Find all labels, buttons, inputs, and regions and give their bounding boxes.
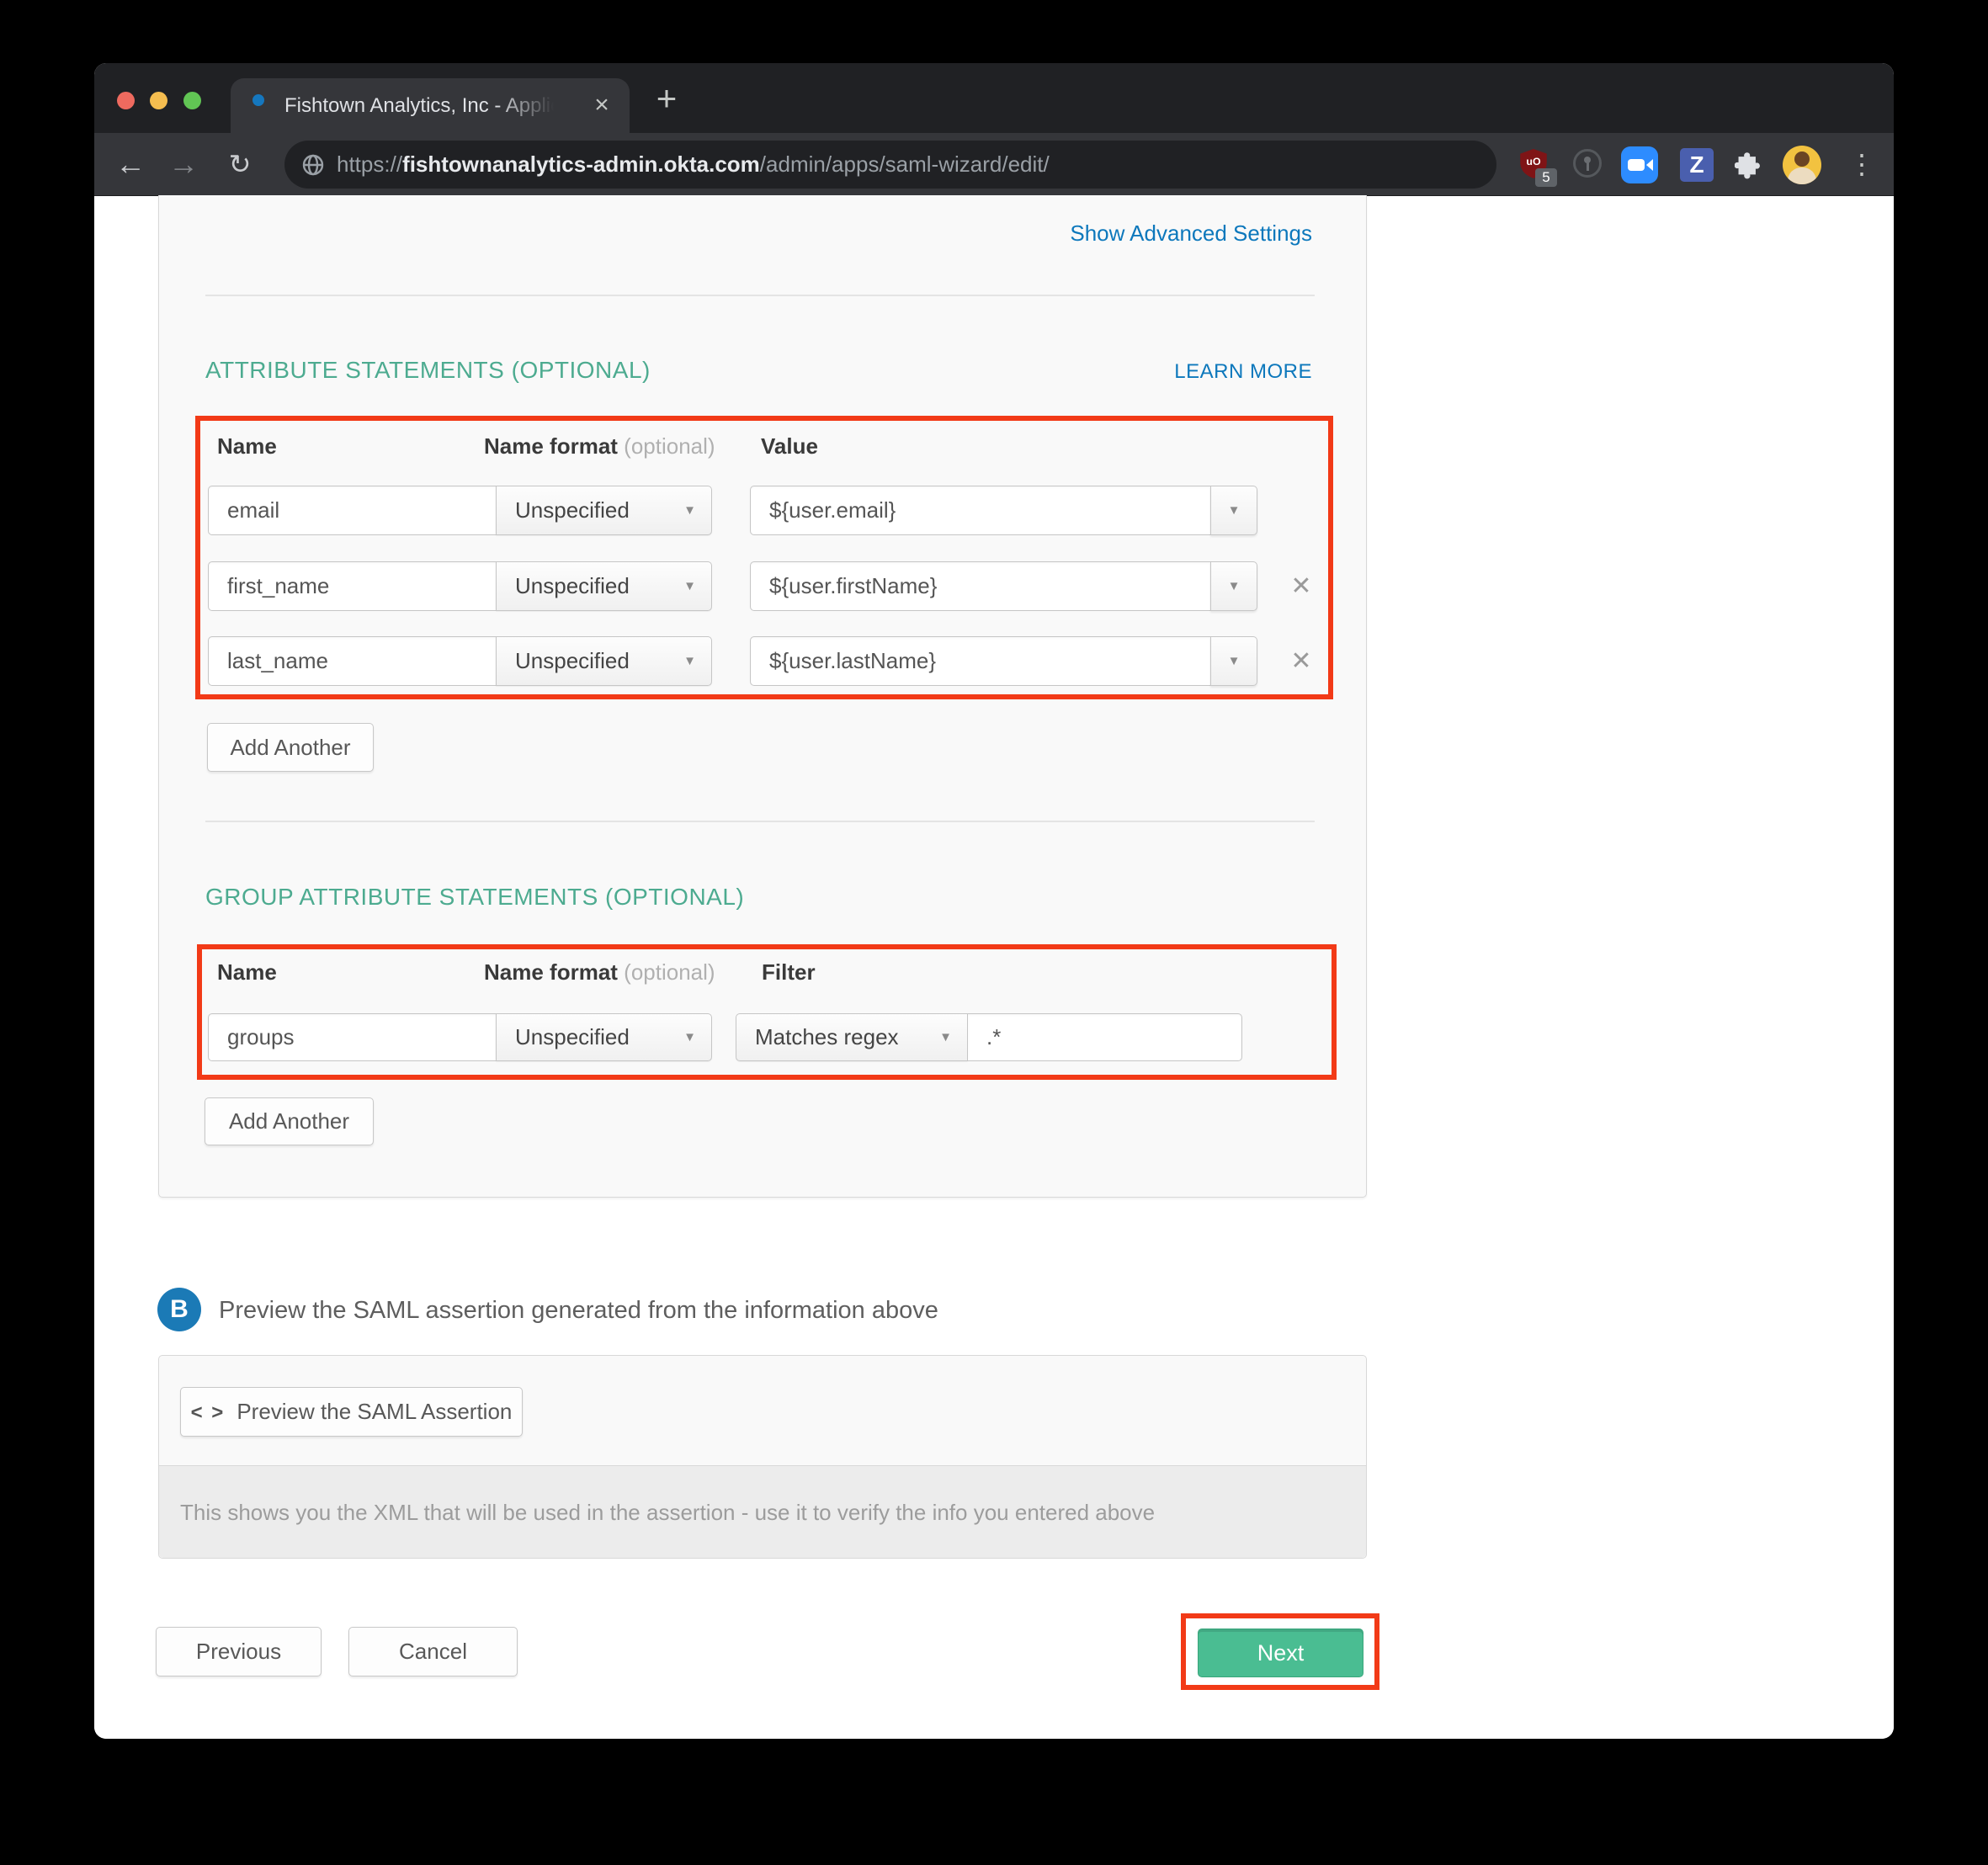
ublock-badge: 5: [1535, 168, 1557, 187]
close-tab-icon[interactable]: ×: [586, 90, 618, 122]
extensions-puzzle-icon[interactable]: [1732, 148, 1766, 182]
chevron-down-icon: ▼: [939, 1014, 952, 1060]
step-b-text: Preview the SAML assertion generated fro…: [219, 1297, 938, 1325]
group-name-input[interactable]: [208, 1013, 497, 1061]
previous-button[interactable]: Previous: [156, 1627, 322, 1676]
attr-name-format-select[interactable]: Unspecified▼: [496, 636, 712, 686]
attr-value-input[interactable]: [750, 486, 1211, 535]
browser-tab[interactable]: Fishtown Analytics, Inc - Applic ×: [231, 78, 630, 133]
attr-value-input[interactable]: [750, 636, 1211, 686]
browser-titlebar: Fishtown Analytics, Inc - Applic × +: [94, 63, 1894, 133]
attr-value-dropdown-button[interactable]: ▼: [1210, 561, 1257, 611]
chevron-down-icon: ▼: [683, 486, 696, 534]
url-scheme: https://: [337, 151, 402, 177]
url-text: https://fishtownanalytics-admin.okta.com…: [337, 141, 1050, 189]
minimize-window-button[interactable]: [150, 92, 167, 109]
column-header-name: Name: [217, 433, 277, 460]
show-advanced-settings-link[interactable]: Show Advanced Settings: [1070, 221, 1312, 247]
reload-icon[interactable]: ↻: [221, 146, 258, 183]
add-another-attribute-button[interactable]: Add Another: [207, 723, 374, 772]
optional-hint: (optional): [624, 433, 715, 459]
attr-name-input[interactable]: [208, 486, 497, 535]
divider: [205, 821, 1315, 822]
attr-name-format-select[interactable]: Unspecified▼: [496, 486, 712, 535]
step-b-badge: B: [157, 1288, 201, 1331]
profile-avatar[interactable]: [1783, 146, 1821, 184]
browser-menu-icon[interactable]: ⋮: [1843, 146, 1880, 183]
fullscreen-window-button[interactable]: [183, 92, 201, 109]
next-button[interactable]: Next: [1198, 1629, 1363, 1677]
attr-name-input[interactable]: [208, 561, 497, 611]
chevron-down-icon: ▼: [683, 562, 696, 610]
attr-value-dropdown-button[interactable]: ▼: [1210, 636, 1257, 686]
divider: [205, 295, 1315, 296]
preview-note-text: This shows you the XML that will be used…: [180, 1466, 1155, 1559]
attr-value-dropdown-button[interactable]: ▼: [1210, 486, 1257, 535]
z-extension-icon[interactable]: Z: [1680, 148, 1714, 182]
optional-hint: (optional): [624, 959, 715, 985]
tab-title-fade: [495, 93, 554, 119]
attr-value-input[interactable]: [750, 561, 1211, 611]
okta-favicon-icon: [252, 94, 264, 106]
desktop-background: Fishtown Analytics, Inc - Applic × + ← →…: [0, 0, 1988, 1865]
remove-row-icon[interactable]: ✕: [1283, 643, 1320, 680]
column-header-name-format: Name format (optional): [484, 959, 715, 986]
preview-saml-assertion-button[interactable]: < >Preview the SAML Assertion: [180, 1387, 523, 1437]
saml-settings-panel: Show Advanced Settings ATTRIBUTE STATEME…: [158, 195, 1367, 1198]
back-icon[interactable]: ←: [112, 146, 149, 183]
forward-icon[interactable]: →: [165, 146, 202, 183]
group-name-format-select[interactable]: Unspecified▼: [496, 1013, 712, 1061]
group-filter-value-input[interactable]: [967, 1013, 1242, 1061]
group-attribute-statements-title: GROUP ATTRIBUTE STATEMENTS (OPTIONAL): [205, 884, 744, 911]
address-bar[interactable]: https://fishtownanalytics-admin.okta.com…: [284, 141, 1496, 189]
code-icon: < >: [191, 1401, 226, 1424]
url-domain: fishtownanalytics-admin.okta.com: [402, 151, 760, 177]
new-tab-button[interactable]: +: [648, 81, 685, 118]
svg-text:uO: uO: [1526, 156, 1541, 167]
attribute-statements-title: ATTRIBUTE STATEMENTS (OPTIONAL): [205, 357, 651, 384]
column-header-name-format: Name format (optional): [484, 433, 715, 460]
browser-window: Fishtown Analytics, Inc - Applic × + ← →…: [94, 63, 1894, 1739]
column-header-filter: Filter: [762, 959, 816, 986]
preview-assertion-panel: < >Preview the SAML Assertion This shows…: [158, 1355, 1367, 1559]
close-window-button[interactable]: [117, 92, 135, 109]
column-header-name: Name: [217, 959, 277, 986]
column-header-value: Value: [761, 433, 818, 460]
site-info-globe-icon[interactable]: [301, 153, 325, 181]
preview-note-strip: This shows you the XML that will be used…: [159, 1465, 1366, 1558]
learn-more-link[interactable]: LEARN MORE: [1174, 360, 1312, 384]
chevron-down-icon: ▼: [683, 637, 696, 685]
attr-name-input[interactable]: [208, 636, 497, 686]
url-path: /admin/apps/saml-wizard/edit/: [760, 151, 1050, 177]
cancel-button[interactable]: Cancel: [348, 1627, 518, 1676]
chevron-down-icon: ▼: [683, 1014, 696, 1060]
page-content: Show Advanced Settings ATTRIBUTE STATEME…: [94, 196, 1894, 1739]
attr-name-format-select[interactable]: Unspecified▼: [496, 561, 712, 611]
group-filter-type-select[interactable]: Matches regex▼: [736, 1013, 968, 1061]
add-another-group-attribute-button[interactable]: Add Another: [205, 1097, 374, 1145]
zoom-extension-icon[interactable]: [1621, 146, 1658, 183]
password-manager-extension-icon[interactable]: [1569, 146, 1606, 183]
browser-toolbar: ← → ↻ https://fishtownanalytics-admin.ok…: [94, 133, 1894, 196]
remove-row-icon[interactable]: ✕: [1283, 568, 1320, 605]
